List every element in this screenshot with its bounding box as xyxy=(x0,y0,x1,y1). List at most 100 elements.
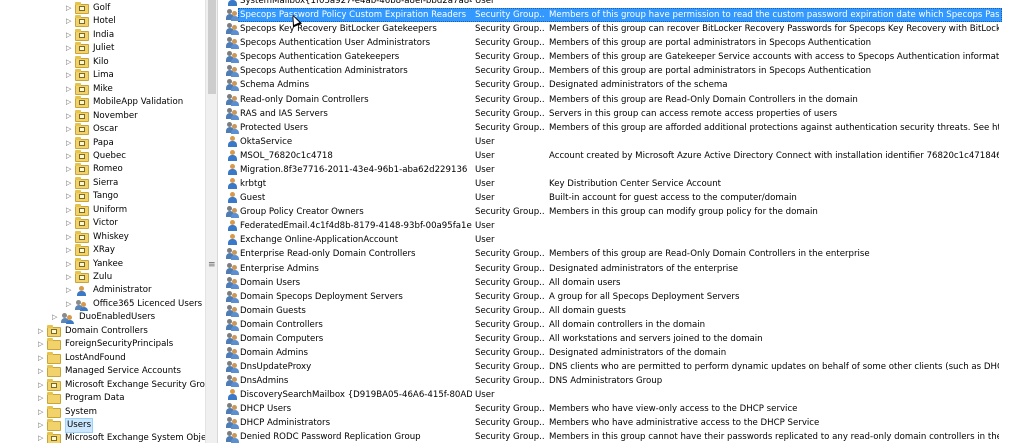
list-row[interactable]: DnsUpdateProxy Security Group... DNS clien… xyxy=(222,360,1024,374)
navigation-tree[interactable]: ▷ Golf ▷ Hotel ▷ India ▷ Juliet ▷ Kilo ▷ Lima ▷ Mike ▷… xyxy=(0,0,205,443)
list-row[interactable]: SystemMailbox{1f05a927-e4ab-46b8-a8ef-bb… xyxy=(222,0,1024,8)
expand-arrow-icon[interactable]: ▷ xyxy=(66,2,74,15)
expand-arrow-icon[interactable]: ▷ xyxy=(38,325,46,338)
tree-node[interactable]: ▷ Microsoft Exchange Security Groups xyxy=(38,378,205,392)
tree-node[interactable]: ▷ Sierra xyxy=(66,176,205,190)
expand-arrow-icon[interactable]: ▷ xyxy=(66,123,74,136)
tree-node[interactable]: ▷ XRay xyxy=(66,244,205,257)
tree-node[interactable]: ▷ ForeignSecurityPrincipals xyxy=(38,338,205,351)
expand-arrow-icon[interactable]: ▷ xyxy=(38,379,46,392)
list-row[interactable]: Specops Password Policy Custom Expiratio… xyxy=(222,8,1024,23)
tree-node[interactable]: ▷ DuoEnabledUsers xyxy=(52,311,205,325)
list-row[interactable]: DHCP Users Security Group... Members who h… xyxy=(222,402,1024,416)
list-row[interactable]: Domain Specops Deployment Servers Securit… xyxy=(222,290,1024,304)
expand-arrow-icon[interactable]: ▷ xyxy=(66,137,74,150)
tree-node[interactable]: ▷ Yankee xyxy=(66,257,205,271)
expand-arrow-icon[interactable]: ▷ xyxy=(38,338,46,351)
tree-node[interactable]: ▷ LostAndFound xyxy=(38,351,205,365)
expand-arrow-icon[interactable]: ▷ xyxy=(66,190,74,203)
list-row[interactable]: Specops Authentication Gatekeepers Securi… xyxy=(222,50,1024,64)
tree-node[interactable]: ▷ Domain Controllers xyxy=(38,324,205,338)
expand-arrow-icon[interactable]: ▷ xyxy=(66,217,74,230)
expand-arrow-icon[interactable]: ▷ xyxy=(66,69,74,82)
list-row[interactable]: Domain Users Security Group... All domain … xyxy=(222,276,1024,290)
list-row[interactable]: OktaService User xyxy=(222,135,1024,149)
list-row[interactable]: DiscoverySearchMailbox {D919BA05-46A6-41… xyxy=(222,388,1024,402)
expand-arrow-icon[interactable]: ▷ xyxy=(66,150,74,163)
list-row[interactable]: Protected Users Security Group... Members … xyxy=(222,121,1024,135)
tree-node[interactable]: ▷ Oscar xyxy=(66,123,205,136)
tree-node[interactable]: ▷ Users xyxy=(38,417,205,433)
tree-node[interactable]: ▷ Quebec xyxy=(66,149,205,163)
splitter-grip-icon[interactable]: ≡ xyxy=(208,260,216,270)
tree-node[interactable]: ▷ Administrator xyxy=(66,284,205,297)
expand-arrow-icon[interactable]: ▷ xyxy=(66,15,74,28)
expand-arrow-icon[interactable]: ▷ xyxy=(66,163,74,176)
list-row[interactable]: FederatedEmail.4c1f4d8b-8179-4148-93bf-0… xyxy=(222,219,1024,233)
tree-node[interactable]: ▷ India xyxy=(66,28,205,42)
expand-arrow-icon[interactable]: ▷ xyxy=(66,29,74,42)
object-list[interactable]: SystemMailbox{1f05a927-e4ab-46b8-a8ef-bb… xyxy=(222,0,1024,443)
tree-node[interactable]: ▷ Lima xyxy=(66,69,205,82)
tree-vertical-scrollbar[interactable] xyxy=(205,0,218,443)
expand-arrow-icon[interactable]: ▷ xyxy=(66,96,74,109)
tree-node[interactable]: ▷ Zulu xyxy=(66,271,205,284)
list-row[interactable]: Read-only Domain Controllers Security Gro… xyxy=(222,93,1024,107)
expand-arrow-icon[interactable]: ▷ xyxy=(66,42,74,55)
tree-node[interactable]: ▷ November xyxy=(66,109,205,123)
expand-arrow-icon[interactable]: ▷ xyxy=(66,83,74,96)
list-row[interactable]: DHCP Administrators Security Group... Memb… xyxy=(222,416,1024,430)
tree-node[interactable]: ▷ Office365 Licenced Users xyxy=(66,298,205,311)
list-row[interactable]: Specops Authentication User Administrato… xyxy=(222,36,1024,50)
list-row[interactable]: RAS and IAS Servers Security Group... Serv… xyxy=(222,107,1024,121)
expand-arrow-icon[interactable]: ▷ xyxy=(66,204,74,217)
expand-arrow-icon[interactable]: ▷ xyxy=(66,271,74,284)
tree-node[interactable]: ▷ System xyxy=(38,405,205,419)
tree-scrollbar-thumb[interactable] xyxy=(208,0,216,94)
expand-arrow-icon[interactable]: ▷ xyxy=(66,177,74,190)
list-row[interactable]: DnsAdmins Security Group... DNS Administra… xyxy=(222,374,1024,388)
list-row[interactable]: MSOL_76820c1c4718 User Account created by … xyxy=(222,149,1024,163)
tree-node[interactable]: ▷ Papa xyxy=(66,136,205,150)
tree-node[interactable]: ▷ Microsoft Exchange System Objects xyxy=(38,432,205,443)
list-row[interactable]: Migration.8f3e7716-2011-43e4-96b1-aba62d… xyxy=(222,163,1024,177)
tree-node[interactable]: ▷ Uniform xyxy=(66,203,205,217)
expand-arrow-icon[interactable]: ▷ xyxy=(38,419,46,432)
expand-arrow-icon[interactable]: ▷ xyxy=(38,406,46,419)
list-row[interactable]: Enterprise Admins Security Group... Design… xyxy=(222,262,1024,276)
list-row[interactable]: Specops Authentication Administrators Sec… xyxy=(222,64,1024,78)
list-row[interactable]: Domain Controllers Security Group... All d… xyxy=(222,318,1024,332)
list-row[interactable]: Domain Admins Security Group... Designated… xyxy=(222,346,1024,360)
tree-node[interactable]: ▷ Whiskey xyxy=(66,230,205,244)
expand-arrow-icon[interactable]: ▷ xyxy=(66,231,74,244)
tree-node[interactable]: ▷ Victor xyxy=(66,217,205,230)
list-row[interactable]: Group Policy Creator Owners Security Grou… xyxy=(222,205,1024,219)
list-row[interactable]: Guest User Built-in account for guest acce… xyxy=(222,191,1024,205)
tree-node[interactable]: ▷ Romeo xyxy=(66,163,205,176)
expand-arrow-icon[interactable]: ▷ xyxy=(66,284,74,297)
tree-node[interactable]: ▷ Managed Service Accounts xyxy=(38,365,205,378)
tree-node[interactable]: ▷ Mike xyxy=(66,82,205,96)
expand-arrow-icon[interactable]: ▷ xyxy=(52,311,60,324)
list-row[interactable]: Domain Guests Security Group... All domain… xyxy=(222,304,1024,318)
tree-node[interactable]: ▷ Tango xyxy=(66,190,205,203)
list-row[interactable]: Exchange Online-ApplicationAccount User xyxy=(222,233,1024,247)
expand-arrow-icon[interactable]: ▷ xyxy=(66,258,74,271)
list-row[interactable]: Denied RODC Password Replication Group Se… xyxy=(222,430,1024,443)
expand-arrow-icon[interactable]: ▷ xyxy=(66,244,74,257)
expand-arrow-icon[interactable]: ▷ xyxy=(38,432,46,443)
expand-arrow-icon[interactable]: ▷ xyxy=(38,392,46,405)
expand-arrow-icon[interactable]: ▷ xyxy=(66,298,74,311)
tree-node[interactable]: ▷ Juliet xyxy=(66,42,205,55)
tree-node[interactable]: ▷ Golf xyxy=(66,2,205,15)
list-row[interactable]: Schema Admins Security Group... Designated… xyxy=(222,78,1024,92)
expand-arrow-icon[interactable]: ▷ xyxy=(66,56,74,69)
expand-arrow-icon[interactable]: ▷ xyxy=(66,110,74,123)
tree-node[interactable]: ▷ Kilo xyxy=(66,55,205,69)
tree-node[interactable]: ▷ MobileApp Validation xyxy=(66,96,205,109)
list-row[interactable]: Enterprise Read-only Domain Controllers S… xyxy=(222,247,1024,261)
expand-arrow-icon[interactable]: ▷ xyxy=(38,352,46,365)
list-row[interactable]: Specops Key Recovery BitLocker Gatekeepe… xyxy=(222,22,1024,36)
expand-arrow-icon[interactable]: ▷ xyxy=(38,365,46,378)
list-row[interactable]: Domain Computers Security Group... All wor… xyxy=(222,332,1024,346)
